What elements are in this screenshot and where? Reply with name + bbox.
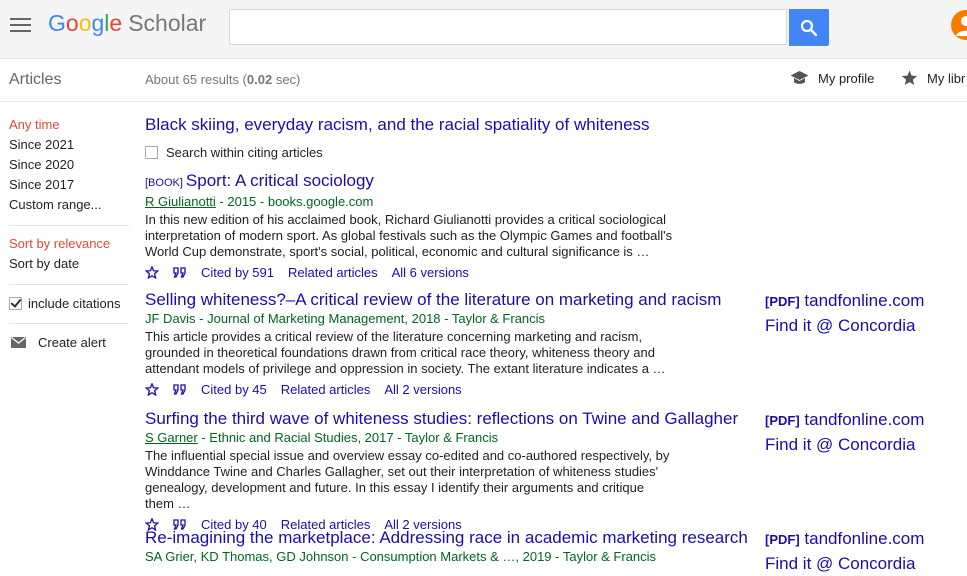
result-snippet: This article provides a critical review … [145,329,666,376]
filter-since-2017[interactable]: Since 2017 [9,175,129,195]
result-snippet: In this new edition of his acclaimed boo… [145,212,673,259]
create-alert-button[interactable]: Create alert [9,332,129,352]
result-actions: Cited by 591 Related articles All 6 vers… [145,263,765,281]
result-title[interactable]: Selling whiteness?–A critical review of … [145,290,765,310]
search-result: [BOOK] Sport: A critical sociology R Giul… [145,171,765,281]
star-icon [901,70,918,85]
divider [9,284,129,285]
result-count: About 65 results (0.02 sec) [145,72,301,87]
search-result: Re-imagining the marketplace: Addressing… [145,528,765,566]
pdf-link[interactable]: [PDF] tandfonline.com [765,289,965,314]
related-articles-link[interactable]: Related articles [281,382,371,397]
divider [9,225,129,226]
filter-since-2021[interactable]: Since 2021 [9,135,129,155]
search-within-citing-toggle[interactable]: Search within citing articles [145,144,755,160]
filter-any-time[interactable]: Any time [9,115,129,135]
checkbox-checked[interactable] [9,296,22,310]
account-avatar[interactable] [951,10,967,40]
divider [9,323,129,324]
author-link[interactable]: S Garner [145,430,198,445]
include-citations-label: include citations [28,295,121,311]
filter-since-2020[interactable]: Since 2020 [9,155,129,175]
result-meta: R Giulianotti - 2015 - books.google.com [145,194,374,209]
find-it-link[interactable]: Find it @ Concordia [765,314,965,338]
graduation-cap-icon [790,71,809,84]
google-scholar-logo[interactable]: Google Scholar [48,10,206,37]
save-star-icon[interactable] [145,265,159,279]
result-title[interactable]: Re-imagining the marketplace: Addressing… [145,528,765,548]
fulltext-links: [PDF] tandfonline.com Find it @ Concordi… [765,527,965,576]
create-alert-label: Create alert [38,334,106,350]
search-input[interactable] [229,9,787,45]
results-toolbar: Articles About 65 results (0.02 sec) My … [0,59,967,102]
all-versions-link[interactable]: All 6 versions [392,265,469,280]
top-bar: Google Scholar [0,0,967,59]
sort-by-date[interactable]: Sort by date [9,254,129,274]
cited-article-title[interactable]: Black skiing, everyday racism, and the r… [145,115,755,135]
include-citations-toggle[interactable]: include citations [9,293,129,313]
filter-sidebar: Any time Since 2021 Since 2020 Since 201… [9,115,129,352]
search-button[interactable] [789,9,829,46]
cite-quote-icon[interactable] [173,383,187,395]
pdf-link[interactable]: [PDF] tandfonline.com [765,527,965,552]
filter-custom-range[interactable]: Custom range... [9,195,129,215]
related-articles-link[interactable]: Related articles [288,265,378,280]
my-profile-link[interactable]: My profile [790,70,874,86]
search-result: Surfing the third wave of whiteness stud… [145,409,765,533]
result-type-tag: [BOOK] [145,177,183,189]
search-result: Selling whiteness?–A critical review of … [145,290,765,398]
result-meta: S Garner - Ethnic and Racial Studies, 20… [145,430,499,445]
result-title[interactable]: [BOOK] Sport: A critical sociology [145,171,765,193]
all-versions-link[interactable]: All 2 versions [384,382,461,397]
fulltext-links: [PDF] tandfonline.com Find it @ Concordi… [765,289,965,338]
section-label: Articles [9,71,62,88]
find-it-link[interactable]: Find it @ Concordia [765,552,965,576]
fulltext-links: [PDF] tandfonline.com Find it @ Concordi… [765,408,965,457]
results-main: Black skiing, everyday racism, and the r… [145,115,755,564]
sort-by-relevance[interactable]: Sort by relevance [9,234,129,254]
result-title[interactable]: Surfing the third wave of whiteness stud… [145,409,765,429]
cited-by-link[interactable]: Cited by 591 [201,265,274,280]
cite-quote-icon[interactable] [173,266,187,278]
author-link[interactable]: R Giulianotti [145,194,216,209]
find-it-link[interactable]: Find it @ Concordia [765,433,965,457]
hamburger-menu-icon[interactable] [10,18,31,33]
result-actions: Cited by 45 Related articles All 2 versi… [145,380,765,398]
cited-by-link[interactable]: Cited by 45 [201,382,267,397]
my-library-link[interactable]: My libr [901,70,965,86]
result-meta: SA Grier, KD Thomas, GD Johnson - Consum… [145,549,657,564]
result-snippet: The influential special issue and overvi… [145,448,670,511]
pdf-link[interactable]: [PDF] tandfonline.com [765,408,965,433]
result-meta: JF Davis - Journal of Marketing Manageme… [145,311,546,326]
save-star-icon[interactable] [145,382,159,396]
envelope-icon [11,336,26,348]
search-icon [800,19,818,37]
person-icon [956,16,967,36]
checkbox-unchecked[interactable] [145,145,158,159]
